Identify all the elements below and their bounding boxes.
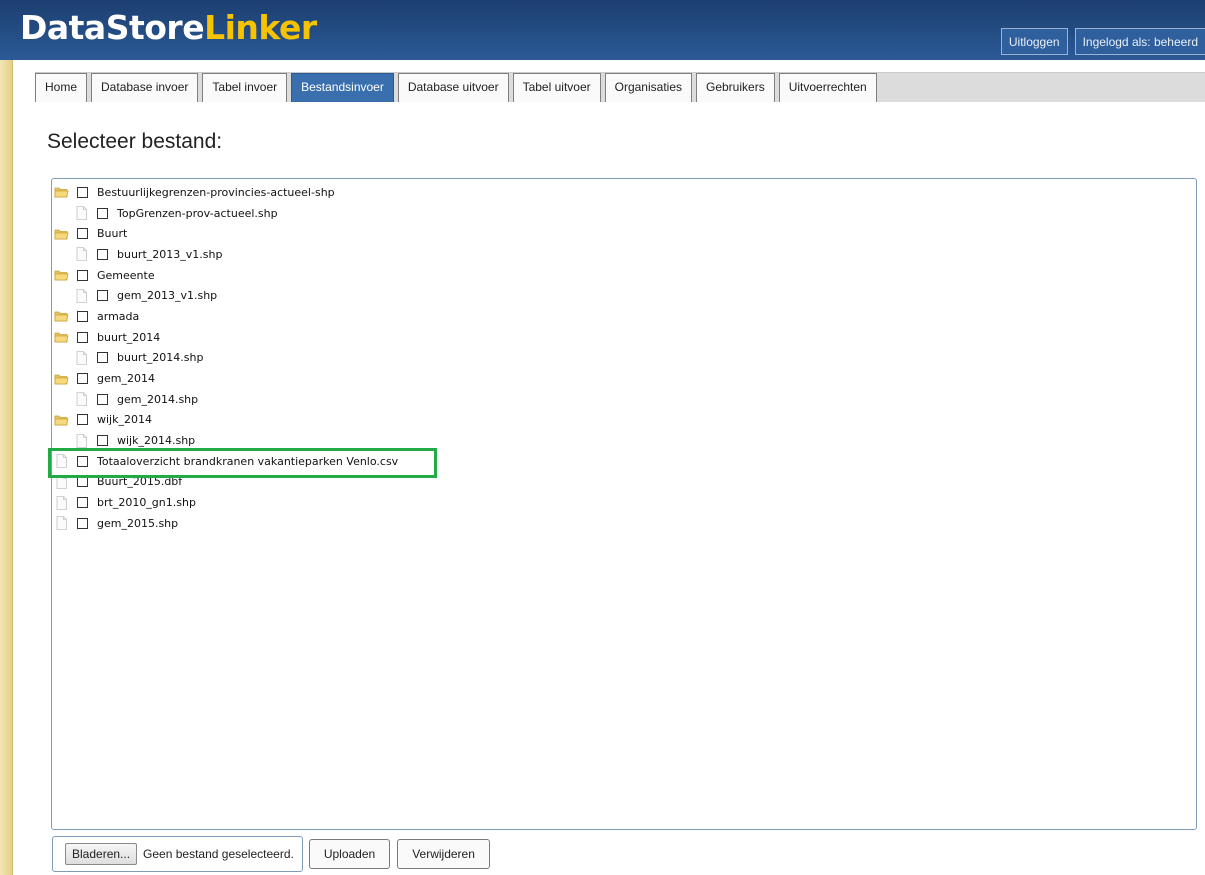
- file-icon: [74, 392, 89, 407]
- tab-bar: Home Database invoer Tabel invoer Bestandsi…: [35, 72, 1205, 102]
- tab-tabel-invoer[interactable]: Tabel invoer: [202, 73, 288, 102]
- tree-checkbox[interactable]: [77, 373, 88, 385]
- tree-checkbox[interactable]: [97, 393, 108, 405]
- file-input[interactable]: Bladeren... Geen bestand geselecteerd.: [52, 836, 303, 872]
- tree-checkbox[interactable]: [77, 517, 88, 529]
- tab-uitvoerrechten[interactable]: Uitvoerrechten: [778, 73, 877, 102]
- tree-folder-row[interactable]: buurt_2014: [52, 327, 398, 348]
- tree-folder-row[interactable]: wijk_2014: [52, 410, 398, 431]
- delete-button[interactable]: Verwijderen: [397, 839, 490, 869]
- logout-button[interactable]: Uitloggen: [1000, 28, 1068, 55]
- tree-checkbox[interactable]: [97, 290, 108, 302]
- file-icon: [74, 288, 89, 303]
- tree-checkbox[interactable]: [97, 207, 108, 219]
- tree-checkbox[interactable]: [77, 228, 88, 240]
- tree-item-label[interactable]: Bestuurlijkegrenzen-provincies-actueel-s…: [97, 186, 335, 199]
- file-icon: [54, 475, 69, 489]
- tree-file-row[interactable]: wijk_2014.shp: [52, 430, 398, 451]
- tree-file-row[interactable]: buurt_2013_v1.shp: [52, 244, 398, 265]
- folder-icon: [54, 268, 69, 282]
- tab-database-uitvoer[interactable]: Database uitvoer: [397, 73, 509, 102]
- tree-checkbox[interactable]: [97, 352, 108, 364]
- tree-file-row[interactable]: buurt_2014.shp: [52, 348, 398, 369]
- left-sidebar-strip: [0, 60, 13, 875]
- folder-icon: [54, 330, 69, 344]
- tree-item-label[interactable]: brt_2010_gn1.shp: [97, 496, 196, 509]
- tree-folder-row[interactable]: Bestuurlijkegrenzen-provincies-actueel-s…: [52, 182, 398, 203]
- folder-icon: [54, 185, 69, 199]
- logo-text-part2: Linker: [204, 8, 317, 47]
- tree-checkbox[interactable]: [77, 455, 88, 467]
- file-icon: [74, 433, 89, 448]
- tree-item-label[interactable]: Buurt_2015.dbf: [97, 475, 182, 488]
- tree-checkbox[interactable]: [77, 186, 88, 198]
- file-icon: [74, 247, 89, 262]
- file-icon: [54, 454, 69, 469]
- tree-item-label[interactable]: gem_2014: [97, 372, 155, 385]
- tree-folder-row[interactable]: armada: [52, 306, 398, 327]
- tree-file-row[interactable]: Totaaloverzicht brandkranen vakantiepark…: [52, 451, 398, 472]
- tree-folder-row[interactable]: Buurt: [52, 223, 398, 244]
- tree-folder-row[interactable]: Gemeente: [52, 265, 398, 286]
- file-icon: [74, 350, 89, 365]
- tree-file-row[interactable]: brt_2010_gn1.shp: [52, 492, 398, 513]
- tree-file-row[interactable]: Buurt_2015.dbf: [52, 472, 398, 493]
- tree-file-row[interactable]: gem_2014.shp: [52, 389, 398, 410]
- tab-gebruikers[interactable]: Gebruikers: [696, 73, 775, 102]
- tree-item-label[interactable]: wijk_2014.shp: [117, 434, 195, 447]
- tree-checkbox[interactable]: [77, 497, 88, 509]
- tree-item-label[interactable]: gem_2015.shp: [97, 517, 178, 530]
- tab-organisaties[interactable]: Organisaties: [604, 73, 692, 102]
- tree-item-label[interactable]: buurt_2014.shp: [117, 351, 203, 364]
- file-input-status: Geen bestand geselecteerd.: [143, 847, 294, 861]
- file-tree-panel[interactable]: Bestuurlijkegrenzen-provincies-actueel-s…: [51, 178, 1197, 830]
- tree-checkbox[interactable]: [77, 310, 88, 322]
- tree-checkbox[interactable]: [77, 269, 88, 281]
- folder-icon: [54, 309, 69, 323]
- tab-home[interactable]: Home: [35, 73, 88, 102]
- tree-item-label[interactable]: buurt_2014: [97, 331, 160, 344]
- tree-item-label[interactable]: Buurt: [97, 227, 127, 240]
- tree-item-label[interactable]: gem_2013_v1.shp: [117, 289, 217, 302]
- tree-file-row[interactable]: gem_2013_v1.shp: [52, 285, 398, 306]
- tree-checkbox[interactable]: [77, 476, 88, 488]
- bottom-toolbar: Bladeren... Geen bestand geselecteerd. U…: [52, 836, 497, 872]
- logged-in-user[interactable]: Ingelogd als: beheerd: [1074, 28, 1205, 55]
- tree-item-label[interactable]: buurt_2013_v1.shp: [117, 248, 222, 261]
- tree-item-label[interactable]: Gemeente: [97, 269, 155, 282]
- tab-database-invoer[interactable]: Database invoer: [91, 73, 199, 102]
- file-icon: [74, 206, 89, 220]
- tree-checkbox[interactable]: [77, 414, 88, 426]
- tree-checkbox[interactable]: [97, 435, 108, 447]
- logo-text-part1: DataStore: [20, 8, 205, 47]
- folder-icon: [54, 372, 69, 386]
- tree-item-label[interactable]: armada: [97, 310, 139, 323]
- file-icon: [54, 495, 69, 510]
- tree-item-label[interactable]: TopGrenzen-prov-actueel.shp: [117, 207, 278, 220]
- folder-icon: [54, 227, 69, 241]
- tree-folder-row[interactable]: gem_2014: [52, 368, 398, 389]
- tree-file-row[interactable]: gem_2015.shp: [52, 513, 398, 534]
- tree-checkbox[interactable]: [77, 331, 88, 343]
- tree-file-row[interactable]: TopGrenzen-prov-actueel.shp: [52, 203, 398, 224]
- app-header: DataStoreLinker Uitloggen Ingelogd als: …: [0, 0, 1205, 60]
- browse-button[interactable]: Bladeren...: [65, 843, 138, 865]
- tab-tabel-uitvoer[interactable]: Tabel uitvoer: [512, 73, 601, 102]
- file-icon: [54, 516, 69, 531]
- file-tree: Bestuurlijkegrenzen-provincies-actueel-s…: [52, 182, 398, 534]
- tree-item-label[interactable]: gem_2014.shp: [117, 393, 198, 406]
- tree-item-label[interactable]: wijk_2014: [97, 413, 152, 426]
- app-logo: DataStoreLinker: [20, 6, 317, 50]
- tree-item-label[interactable]: Totaaloverzicht brandkranen vakantiepark…: [97, 455, 398, 468]
- folder-icon: [54, 413, 69, 427]
- page-title: Selecteer bestand:: [47, 130, 223, 153]
- upload-button[interactable]: Uploaden: [308, 839, 391, 869]
- tab-bestandsinvoer[interactable]: Bestandsinvoer: [291, 73, 394, 102]
- tree-checkbox[interactable]: [97, 248, 108, 260]
